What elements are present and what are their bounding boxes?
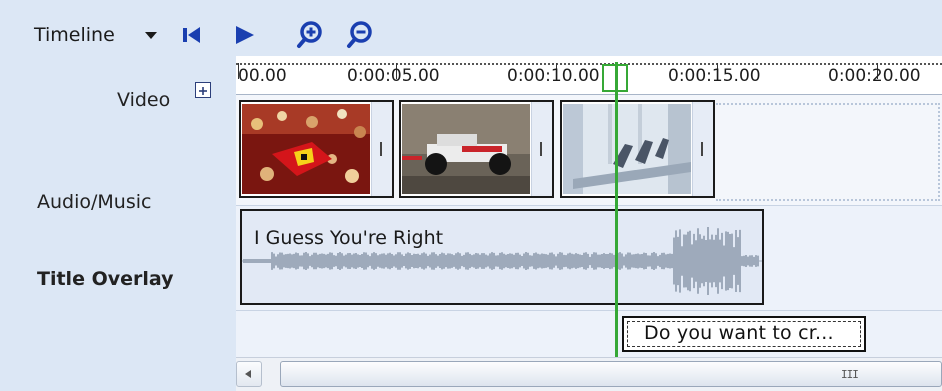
zoom-out-icon[interactable]: [345, 20, 375, 50]
time-ruler[interactable]: 00.00 0:00:05.00 0:00:10.00 0:00:15.00 0…: [236, 56, 942, 95]
audio-track[interactable]: I Guess You're Right: [236, 205, 942, 310]
title-overlay-track-label: Title Overlay: [37, 268, 174, 290]
audio-clip[interactable]: I Guess You're Right: [240, 209, 764, 305]
chevron-down-icon[interactable]: [144, 31, 158, 41]
audio-track-label: Audio/Music: [37, 191, 152, 213]
video-drop-area: [716, 103, 940, 201]
ruler-label: 0:00:20.00: [828, 66, 921, 86]
play-icon[interactable]: [232, 22, 258, 48]
playhead-handle[interactable]: [602, 64, 628, 92]
ruler-label: 0:00:05.00: [347, 66, 440, 86]
plus-glyph: [199, 87, 207, 95]
horizontal-scrollbar[interactable]: III: [236, 357, 942, 391]
ruler-label: 0:00:15.00: [668, 66, 761, 86]
trim-handle[interactable]: [692, 102, 713, 196]
title-overlay-text: Do you want to cr...: [644, 322, 834, 344]
ruler-label: 00.00: [238, 66, 287, 86]
scroll-left-arrow-icon[interactable]: [236, 361, 262, 387]
scroll-thumb[interactable]: III: [280, 361, 942, 387]
audio-clip-name: I Guess You're Right: [254, 227, 444, 249]
clip-thumbnail: [402, 104, 530, 194]
zoom-in-icon[interactable]: [295, 20, 325, 50]
playhead[interactable]: [615, 62, 618, 357]
title-overlay-clip[interactable]: Do you want to cr...: [622, 316, 866, 352]
video-track[interactable]: [236, 95, 942, 205]
timeline-panel: Timeline Video Audio/Music Title Overlay…: [0, 0, 942, 391]
clip-thumbnail: [563, 104, 691, 194]
timeline-label: Timeline: [34, 24, 115, 46]
plus-box-icon[interactable]: [195, 82, 211, 98]
audio-waveform: [242, 227, 762, 295]
video-track-label: Video: [117, 89, 171, 111]
trim-handle[interactable]: [371, 102, 392, 196]
video-clip[interactable]: [560, 100, 715, 198]
scroll-grip: III: [841, 368, 859, 381]
tracks-area: I Guess You're Right Do you want to cr..…: [236, 95, 942, 357]
video-clip[interactable]: [239, 100, 394, 198]
clip-thumbnail: [242, 104, 370, 194]
skip-to-start-icon[interactable]: [180, 22, 206, 48]
ruler-minor-ticks: [236, 63, 942, 65]
ruler-label: 0:00:10.00: [507, 66, 600, 86]
trim-handle[interactable]: [531, 102, 552, 196]
video-clip[interactable]: [399, 100, 554, 198]
title-overlay-track[interactable]: Do you want to cr...: [236, 310, 942, 357]
timeline-toolbar: Timeline: [0, 0, 942, 56]
